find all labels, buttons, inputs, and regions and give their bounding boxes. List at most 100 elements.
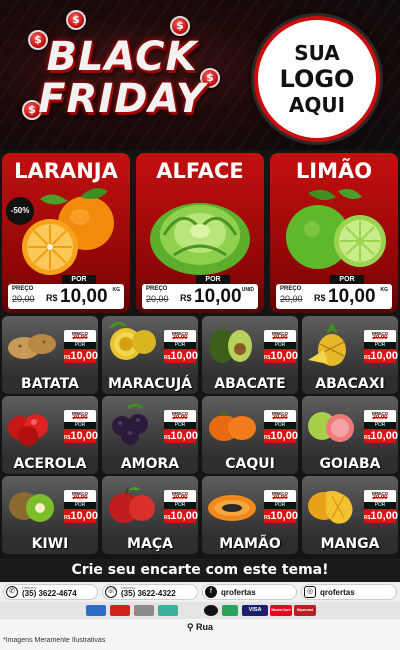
- price-value: R$10,00: [364, 349, 398, 363]
- address-bar: ⚲ Rua: [0, 619, 400, 636]
- price-tag: PREÇO 20,00 POR R$10,00: [64, 330, 98, 363]
- featured-card-alface[interactable]: ALFACE POR PREÇO 20,00 R$ 10,00 UNID: [136, 153, 264, 313]
- logo-line-3: AQUI: [288, 93, 346, 117]
- potato-icon: [8, 334, 56, 359]
- old-price: 20,00: [272, 335, 288, 341]
- elo-icon: [204, 605, 218, 616]
- instagram-pill[interactable]: ◎ qrofertas: [301, 584, 397, 600]
- old-price: 20,00: [280, 294, 303, 304]
- por-label: POR: [264, 502, 296, 509]
- phone-icon: ☏: [105, 586, 117, 598]
- product-name: MAÇA: [127, 536, 173, 552]
- price-tag: PREÇO 20,00 POR R$10,00: [364, 490, 398, 523]
- old-price: 20,00: [12, 294, 35, 304]
- por-label: POR: [164, 422, 196, 429]
- preco-label: PREÇO 20,00: [164, 330, 196, 342]
- featured-card-laranja[interactable]: LARANJA -50% POR PREÇO 20,00 R$ 10,00 KG: [2, 153, 130, 313]
- preco-label: PREÇO 20,00: [364, 490, 396, 502]
- unit-label: KG: [112, 287, 121, 293]
- phone-number: (35) 3622-4674: [22, 589, 77, 598]
- price-value: 10,00: [194, 286, 242, 307]
- por-label: POR: [64, 342, 96, 349]
- acerola-icon: [8, 414, 48, 446]
- instagram-icon: ◎: [304, 586, 316, 598]
- old-price: 20,00: [72, 335, 88, 341]
- payment-methods: VISA MasterCard Hipercard: [0, 602, 400, 619]
- featured-card-limao[interactable]: LIMÃO POR PREÇO 20,00 R$ 10,00 KG: [270, 153, 398, 313]
- por-label: POR: [364, 422, 396, 429]
- location-pin-icon: ⚲: [186, 622, 194, 632]
- cta-banner[interactable]: Crie seu encarte com este tema!: [0, 559, 400, 581]
- phone-pill-2[interactable]: ☏ Delivery (35) 3622-4322: [102, 584, 198, 600]
- card-icon: [110, 605, 130, 616]
- product-grid: PREÇO 20,00 POR R$10,00 BATATA PREÇO 20,00 POR R…: [2, 316, 398, 556]
- price-value: R$10,00: [364, 509, 398, 523]
- por-label: POR: [164, 342, 196, 349]
- product-card[interactable]: PREÇO 20,00 POR R$10,00 MAMÃO: [202, 476, 298, 554]
- old-price: 20,00: [372, 495, 388, 501]
- logo-line-1: SUA: [294, 41, 340, 65]
- card-icon: [134, 605, 154, 616]
- price-value: R$10,00: [264, 509, 298, 523]
- guava-icon: [308, 412, 354, 442]
- old-price: 20,00: [272, 495, 288, 501]
- cash-icon: [186, 605, 200, 616]
- price-value: R$10,00: [64, 429, 98, 443]
- facebook-pill[interactable]: f qrofertas: [202, 584, 297, 600]
- price-value: R$10,00: [164, 429, 198, 443]
- mango-icon: [308, 490, 353, 524]
- currency-label: R$: [46, 293, 58, 303]
- product-card[interactable]: PREÇO 20,00 POR R$10,00 CAQUI: [202, 396, 298, 474]
- product-card[interactable]: PREÇO 20,00 POR R$10,00 ABACAXI: [302, 316, 398, 394]
- product-name: ABACATE: [214, 376, 286, 392]
- blackberry-icon: [112, 403, 148, 445]
- product-name: MARACUJÁ: [107, 376, 193, 392]
- contact-bar: ✆ Delivery (35) 3622-4674 ☏ Delivery (35…: [0, 582, 400, 602]
- old-price: 20,00: [172, 415, 188, 421]
- whatsapp-icon: ✆: [6, 586, 18, 598]
- por-label: POR: [64, 422, 96, 429]
- product-name: ACEROLA: [13, 456, 87, 472]
- product-card[interactable]: PREÇO 20,00 POR R$10,00 ABACATE: [202, 316, 298, 394]
- product-card[interactable]: PREÇO 20,00 POR R$10,00 AMORA: [102, 396, 198, 474]
- price-value: R$10,00: [164, 349, 198, 363]
- papaya-icon: [208, 495, 256, 521]
- unit-label: KG: [380, 287, 389, 293]
- old-price: 20,00: [146, 294, 169, 304]
- product-name: MAMÃO: [219, 536, 281, 552]
- product-card[interactable]: PREÇO 20,00 POR R$10,00 GOIABA: [302, 396, 398, 474]
- product-card[interactable]: PREÇO 20,00 POR R$10,00 MARACUJÁ: [102, 316, 198, 394]
- price-tag: PREÇO 20,00 POR R$10,00: [364, 410, 398, 443]
- phone-pill-1[interactable]: ✆ Delivery (35) 3622-4674: [3, 584, 98, 600]
- old-price: 20,00: [372, 415, 388, 421]
- preco-label: PREÇO 20,00: [264, 330, 296, 342]
- product-card[interactable]: PREÇO 20,00 POR R$10,00 ACEROLA: [2, 396, 98, 474]
- product-name: AMORA: [120, 456, 180, 472]
- preco-label: PREÇO 20,00: [64, 410, 96, 422]
- product-card[interactable]: PREÇO 20,00 POR R$10,00 MANGA: [302, 476, 398, 554]
- passion-fruit-icon: [108, 321, 156, 360]
- price-value: R$10,00: [64, 349, 98, 363]
- price-value: R$10,00: [264, 429, 298, 443]
- old-price: 20,00: [72, 415, 88, 421]
- price-tag: PREÇO 20,00 POR R$10,00: [164, 330, 198, 363]
- product-card[interactable]: PREÇO 20,00 POR R$10,00 MAÇA: [102, 476, 198, 554]
- hipercard-icon: Hipercard: [294, 605, 316, 616]
- product-card[interactable]: PREÇO 20,00 POR R$10,00 BATATA: [2, 316, 98, 394]
- pix-icon: [158, 605, 178, 616]
- price-box: PREÇO 20,00 R$ 10,00 UNID: [142, 284, 258, 309]
- product-name: LIMÃO: [295, 159, 373, 183]
- price-value: 10,00: [60, 286, 108, 307]
- por-label: POR: [164, 502, 196, 509]
- price-box: PREÇO 20,00 R$ 10,00 KG: [276, 284, 392, 309]
- por-label: POR: [264, 342, 296, 349]
- price-tag: PREÇO 20,00 POR R$10,00: [64, 410, 98, 443]
- price-tag: PREÇO 20,00 POR R$10,00: [264, 410, 298, 443]
- coin-icon: $: [170, 16, 190, 36]
- featured-products: LARANJA -50% POR PREÇO 20,00 R$ 10,00 KG…: [2, 153, 398, 313]
- product-card[interactable]: PREÇO 20,00 POR R$10,00 KIWI: [2, 476, 98, 554]
- por-label: POR: [64, 502, 96, 509]
- old-price: 20,00: [372, 335, 388, 341]
- old-price: 20,00: [172, 495, 188, 501]
- price-tag: PREÇO 20,00 POR R$10,00: [364, 330, 398, 363]
